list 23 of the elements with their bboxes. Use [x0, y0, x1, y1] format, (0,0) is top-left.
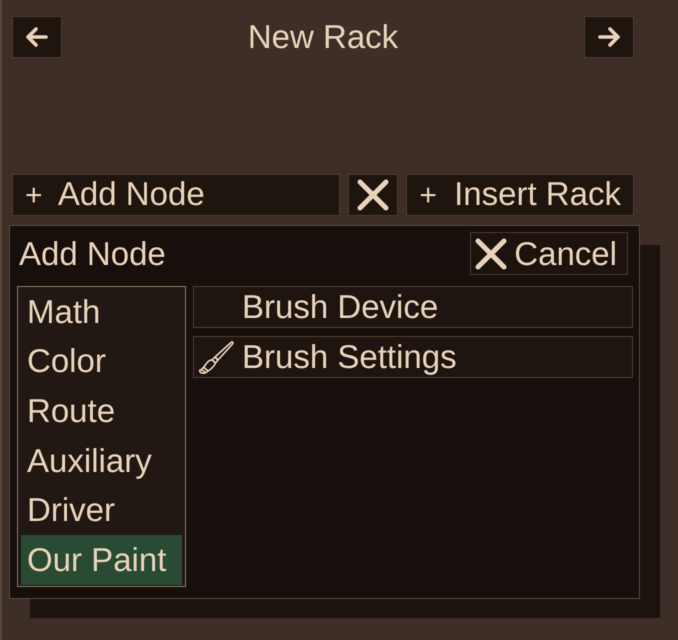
arrow-right-icon — [598, 27, 620, 47]
close-icon — [357, 179, 390, 211]
category-item[interactable]: Math — [21, 287, 182, 337]
category-item[interactable]: Color — [21, 336, 182, 386]
rack-title: New Rack — [248, 17, 398, 57]
paintbrush-icon — [198, 339, 234, 375]
node-item[interactable]: Brush Settings — [193, 336, 633, 378]
dialog-title: Add Node — [19, 234, 166, 274]
category-item[interactable]: Our Paint — [21, 534, 182, 585]
node-item[interactable]: Brush Device — [193, 286, 633, 328]
add-button[interactable]: + Add Node — [12, 174, 340, 216]
arrow-left-icon — [26, 27, 48, 47]
add-button[interactable]: + Insert Rack — [406, 174, 634, 216]
back-button[interactable] — [12, 16, 62, 58]
category-item[interactable]: Route — [21, 386, 182, 436]
forward-button[interactable] — [584, 16, 634, 58]
close-icon — [475, 238, 508, 270]
node-label: Brush Settings — [242, 338, 457, 376]
category-item[interactable]: Driver — [21, 485, 182, 535]
category-item[interactable]: Auxiliary — [21, 436, 182, 486]
clear-button[interactable] — [348, 174, 398, 216]
node-label: Brush Device — [242, 288, 438, 326]
cancel-button[interactable]: Cancel — [470, 232, 628, 275]
